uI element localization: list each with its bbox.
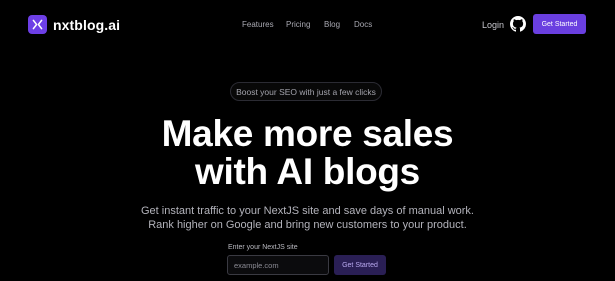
hero-subtitle-line-1: Get instant traffic to your NextJS site … bbox=[140, 205, 474, 217]
site-url-input[interactable] bbox=[227, 255, 329, 275]
hero-get-started-button[interactable]: Get Started bbox=[334, 255, 386, 275]
login-link[interactable]: Login bbox=[482, 19, 504, 31]
headline-line-1: Make more sales bbox=[161, 113, 454, 154]
site-header: nxtblog.ai Features Pricing Blog Docs Lo… bbox=[0, 0, 615, 48]
landing-page: nxtblog.ai Features Pricing Blog Docs Lo… bbox=[0, 0, 615, 281]
nav-item-docs[interactable]: Docs bbox=[354, 19, 372, 31]
hero-subtitle-line-2: Rank higher on Google and bring new cust… bbox=[148, 219, 467, 231]
github-icon[interactable] bbox=[510, 16, 526, 32]
get-started-button[interactable]: Get Started bbox=[533, 14, 586, 34]
headline-line-2: with AI blogs bbox=[195, 151, 420, 192]
nav-item-features[interactable]: Features bbox=[242, 19, 274, 31]
nav-item-pricing[interactable]: Pricing bbox=[286, 19, 310, 31]
nav-item-blog[interactable]: Blog bbox=[324, 19, 340, 31]
site-input-label: Enter your NextJS site bbox=[228, 244, 298, 251]
seo-badge: Boost your SEO with just a few clicks bbox=[230, 82, 382, 101]
hero-headline: Make more sales with AI blogs bbox=[0, 115, 615, 191]
